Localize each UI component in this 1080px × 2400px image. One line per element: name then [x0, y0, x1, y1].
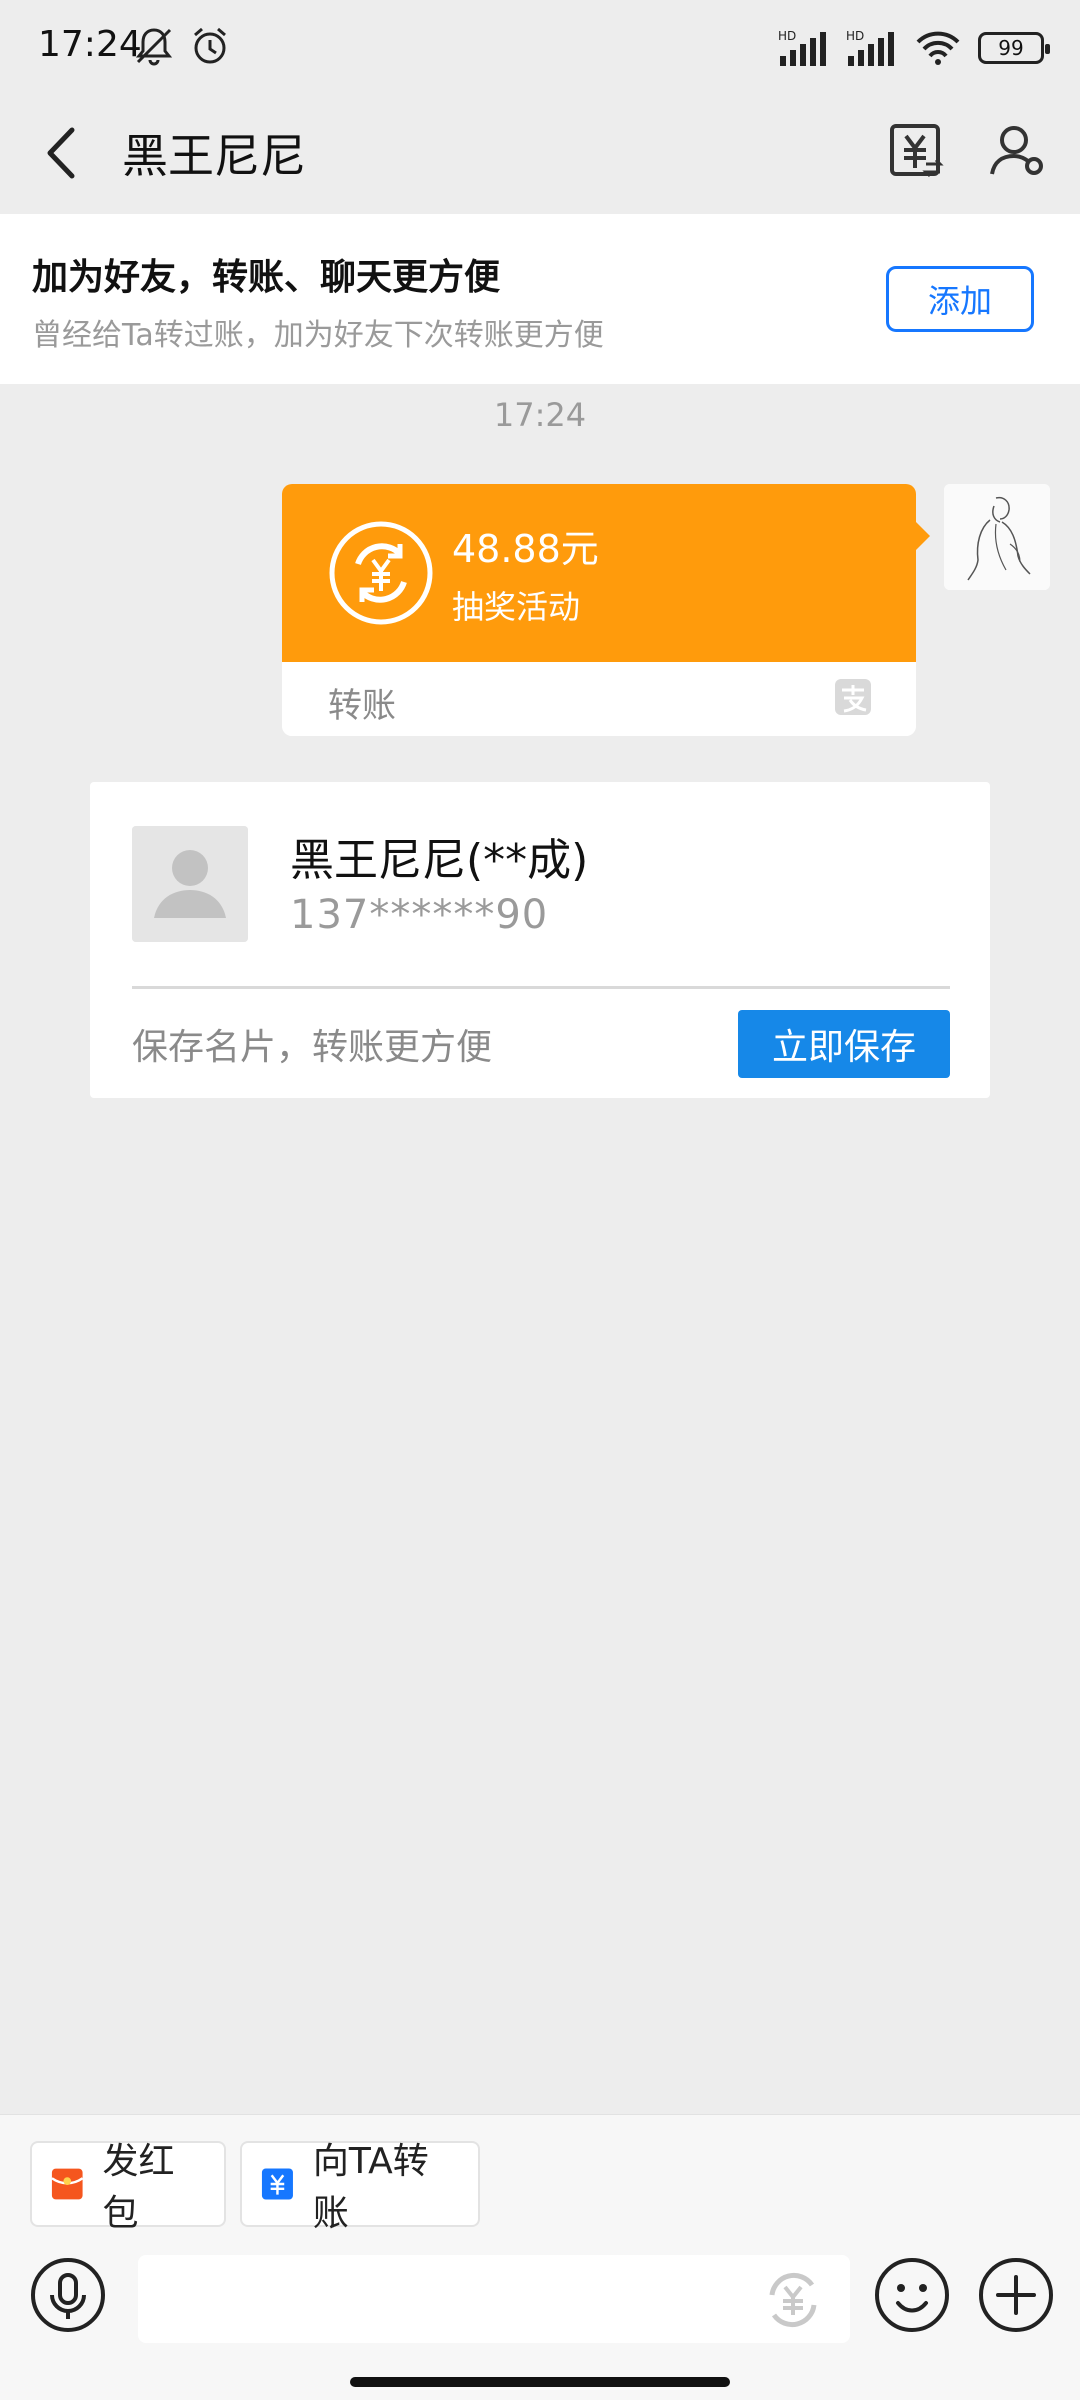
signal-icon: HD: [778, 29, 826, 66]
contact-phone: 137******90: [290, 892, 549, 938]
wifi-icon: [916, 31, 960, 65]
signal-icon: HD: [846, 29, 894, 66]
hd-label: HD: [778, 29, 796, 43]
hd-label: HD: [846, 29, 864, 43]
save-card-hint: 保存名片，转账更方便: [132, 1027, 493, 1068]
contact-card: 黑王尼尼(**成) 137******90 保存名片，转账更方便 立即保存: [90, 782, 990, 1098]
banner-subtitle: 曾经给Ta转过账，加为好友下次转账更方便: [32, 318, 604, 353]
home-indicator: [350, 2377, 730, 2387]
status-time: 17:24: [38, 24, 142, 65]
page-title: 黑王尼尼: [122, 129, 306, 183]
transfer-label: 转账: [328, 686, 396, 726]
add-friend-banner: 加为好友，转账、聊天更方便 曾经给Ta转过账，加为好友下次转账更方便 添加: [0, 214, 1080, 384]
yuan-transfer-icon: [261, 2168, 293, 2200]
divider: [132, 986, 950, 989]
yuan-input-icon[interactable]: [758, 2265, 828, 2335]
red-packet-icon: [51, 2168, 84, 2200]
alipay-icon: [835, 679, 871, 715]
transfer-to-ta-button[interactable]: 向TA转账: [240, 2141, 480, 2234]
transfer-footer: 转账: [282, 662, 916, 736]
bubble-tail: [916, 522, 930, 550]
chat-timestamp: 17:24: [493, 396, 587, 434]
contact-name: 黑王尼尼(**成): [290, 835, 589, 886]
plus-icon[interactable]: [978, 2257, 1054, 2333]
transfer-yuan-icon[interactable]: [886, 120, 946, 180]
transfer-message[interactable]: 48.88元 抽奖活动 转账: [282, 484, 916, 736]
transfer-description: 抽奖活动: [452, 588, 581, 626]
default-avatar-icon: [132, 826, 248, 942]
message-input[interactable]: [138, 2255, 850, 2343]
silent-bell-icon: [135, 28, 173, 66]
profile-settings-icon[interactable]: [988, 120, 1048, 180]
bottom-input-area: 发红包 向TA转账: [0, 2114, 1080, 2400]
alarm-icon: [194, 27, 226, 64]
status-right: HD HD 99: [778, 26, 1050, 70]
chat-header: 黑王尼尼: [0, 92, 1080, 214]
red-packet-button[interactable]: 发红包: [30, 2141, 226, 2234]
transfer-top: 48.88元 抽奖活动: [282, 484, 916, 662]
my-avatar[interactable]: [944, 484, 1050, 590]
coin-transfer-icon: [329, 521, 433, 625]
avatar-sketch: [944, 484, 1050, 590]
add-friend-button[interactable]: 添加: [886, 266, 1034, 332]
emoji-icon[interactable]: [874, 2257, 950, 2333]
contact-avatar: [132, 826, 248, 942]
back-icon[interactable]: [36, 122, 92, 184]
transfer-to-ta-label: 向TA转账: [312, 2141, 429, 2234]
status-bar: 17:24 HD HD 99: [0, 0, 1080, 92]
voice-icon[interactable]: [30, 2257, 106, 2333]
save-now-button[interactable]: 立即保存: [738, 1010, 950, 1078]
banner-title: 加为好友，转账、聊天更方便: [32, 257, 501, 298]
battery-indicator: 99: [978, 32, 1050, 64]
red-packet-label: 发红包: [102, 2141, 175, 2234]
transfer-amount: 48.88元: [452, 527, 599, 571]
